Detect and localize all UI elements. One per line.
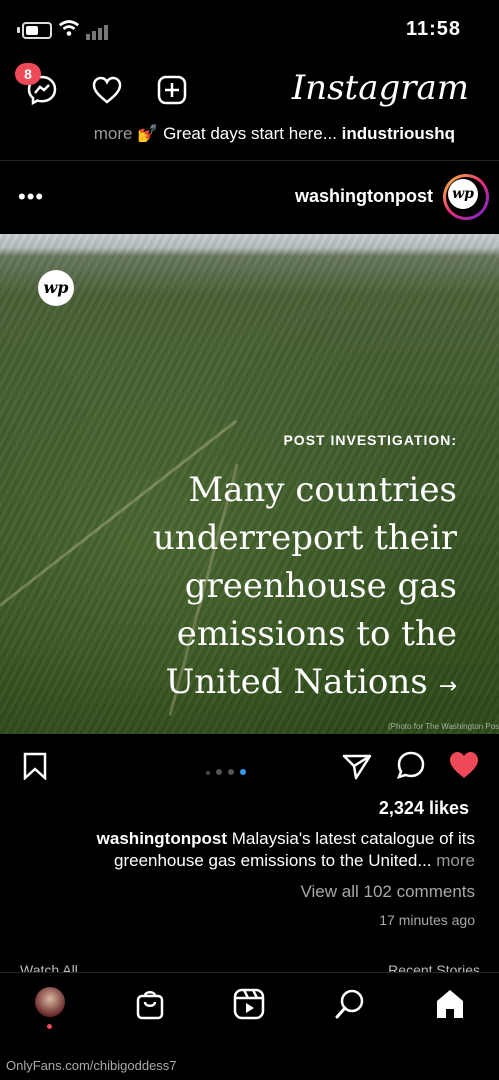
wp-logo: wp — [38, 270, 74, 306]
watch-all-link[interactable]: Watch All — [20, 962, 78, 972]
watermark-text: OnlyFans.com/chibigoddess7 — [6, 1058, 177, 1073]
post-header: ••• washingtonpost wp — [0, 172, 499, 224]
headline-text: Many countries underreport their greenho… — [152, 470, 457, 702]
instagram-feed: 11:58 8 Instagram more 💅 Great days star… — [0, 0, 499, 1080]
profile-avatar[interactable] — [35, 987, 65, 1017]
status-bar: 11:58 — [0, 0, 499, 60]
post-avatar[interactable]: wp — [443, 174, 489, 220]
next-section-header: Watch All Recent Stories — [20, 962, 480, 972]
liked-heart-icon[interactable] — [448, 750, 480, 780]
shop-icon[interactable] — [133, 987, 167, 1021]
home-icon[interactable] — [433, 987, 467, 1021]
more-link[interactable]: more — [94, 124, 133, 143]
photo-credit: (Photo for The Washington Post) — [388, 722, 499, 731]
previous-post-caption: more 💅 Great days start here... industri… — [60, 124, 455, 144]
signal-icon — [86, 22, 110, 40]
share-icon[interactable] — [342, 752, 372, 780]
previous-caption-text: 💅 Great days start here... — [137, 124, 337, 143]
new-post-icon[interactable] — [156, 74, 188, 106]
comment-icon[interactable] — [396, 750, 426, 780]
post-image[interactable]: wp POST INVESTIGATION: Many countries un… — [0, 234, 499, 734]
post-caption: washingtonpost Malaysia's latest catalog… — [25, 828, 475, 872]
top-bar: 8 Instagram — [0, 62, 499, 118]
heart-icon[interactable] — [91, 74, 123, 106]
view-comments-link[interactable]: View all 102 comments — [301, 882, 476, 902]
battery-icon — [22, 22, 52, 39]
divider — [0, 160, 499, 161]
image-kicker: POST INVESTIGATION: — [283, 432, 457, 448]
recent-stories-label: Recent Stories — [388, 962, 480, 972]
image-headline: Many countries underreport their greenho… — [137, 466, 457, 711]
notification-badge: 8 — [15, 63, 41, 85]
bottom-nav — [0, 972, 499, 1043]
carousel-dot — [216, 769, 222, 775]
post-menu-icon[interactable]: ••• — [18, 184, 44, 210]
post-actions — [0, 744, 499, 788]
caption-more-link[interactable]: more — [436, 851, 475, 870]
profile-dot — [47, 1024, 52, 1029]
clock: 11:58 — [405, 18, 461, 40]
post-username[interactable]: washingtonpost — [295, 186, 433, 207]
carousel-dot — [228, 769, 234, 775]
post-timestamp: 17 minutes ago — [379, 912, 475, 928]
avatar-logo: wp — [448, 179, 478, 209]
bookmark-icon[interactable] — [22, 752, 48, 780]
previous-post-username[interactable]: industrioushq — [342, 124, 455, 143]
battery-cap — [17, 27, 20, 33]
carousel-dot — [206, 771, 210, 775]
arrow-icon: → — [438, 674, 457, 699]
wifi-icon — [58, 20, 80, 36]
search-icon[interactable] — [333, 987, 367, 1021]
carousel-indicator — [206, 762, 252, 780]
carousel-dot-active — [240, 769, 246, 775]
reels-icon[interactable] — [232, 987, 266, 1021]
likes-count[interactable]: 2,324 likes — [379, 798, 469, 819]
caption-username[interactable]: washingtonpost — [97, 829, 227, 848]
instagram-logo: Instagram — [291, 68, 469, 108]
